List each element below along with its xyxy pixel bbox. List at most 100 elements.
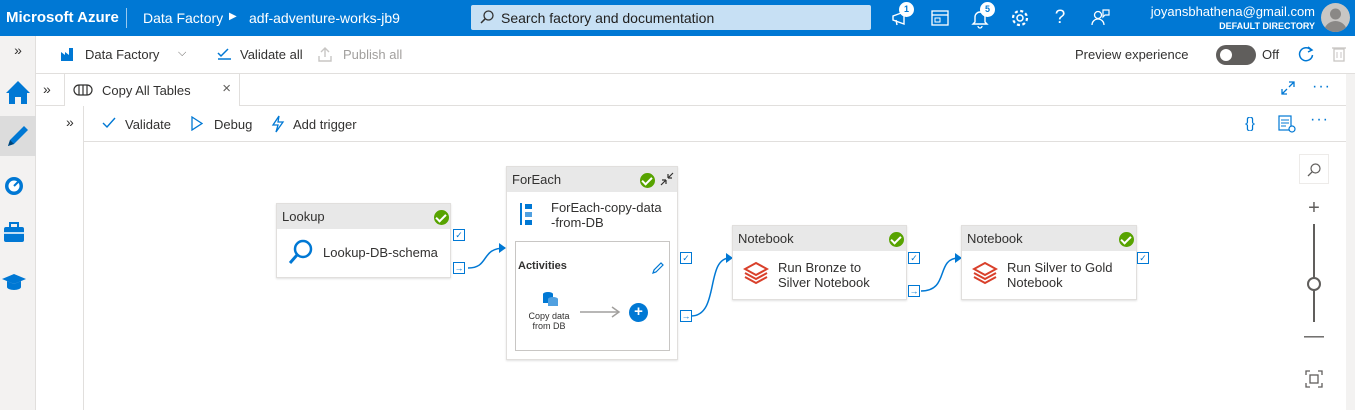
success-port[interactable]: ✓ — [453, 229, 465, 241]
vertical-scrollbar[interactable] — [1346, 74, 1355, 410]
debug-play-icon — [191, 115, 204, 134]
activity-name-line2: Silver Notebook — [778, 275, 870, 290]
inner-activity-label: Copy data from DB — [528, 311, 570, 331]
portal-switch-icon[interactable] — [929, 7, 951, 29]
author-pencil-icon[interactable] — [0, 116, 36, 156]
close-icon[interactable]: × — [222, 80, 231, 97]
left-nav-rail: » — [0, 36, 36, 410]
activity-foreach[interactable]: ForEach ForEach-copy-data -from-DB Activ… — [506, 166, 678, 360]
activity-name-line1: Run Silver to Gold — [1007, 260, 1113, 275]
chevron-down-icon[interactable]: ⌵ — [178, 47, 186, 60]
zoom-search-icon[interactable] — [1299, 154, 1329, 184]
preview-experience-label: Preview experience — [1075, 47, 1189, 62]
inner-activities-box[interactable]: Activities Copy data from DB + — [515, 241, 670, 351]
breadcrumb-factory[interactable]: adf-adventure-works-jb9 — [249, 10, 400, 26]
foreach-icon — [517, 201, 539, 230]
success-check-icon — [434, 210, 449, 225]
tab-label: Copy All Tables — [102, 83, 191, 98]
avatar[interactable] — [1321, 3, 1350, 32]
collapse-icon[interactable] — [659, 171, 675, 190]
validate-all-icon — [216, 47, 232, 64]
maximize-icon[interactable] — [1281, 81, 1295, 98]
activity-notebook-silver[interactable]: Notebook Run Silver to Gold Notebook — [961, 225, 1137, 300]
activity-name: ForEach-copy-data -from-DB — [551, 200, 662, 230]
zoom-in-button[interactable]: + — [1299, 194, 1329, 224]
activity-type: Lookup — [282, 209, 325, 224]
pipeline-toolbar: Validate Debug Add trigger {} ··· — [84, 106, 1355, 142]
activities-label: Activities — [518, 260, 567, 272]
activity-name-line1: ForEach-copy-data — [551, 200, 662, 215]
tab-copy-all-tables[interactable]: Copy All Tables × — [64, 74, 240, 106]
search-placeholder: Search factory and documentation — [501, 10, 715, 26]
validate-all-button[interactable]: Validate all — [240, 47, 303, 62]
expand-nav-icon[interactable]: » — [0, 36, 36, 66]
validate-icon — [102, 116, 116, 133]
zoom-slider-track[interactable] — [1313, 224, 1315, 322]
databricks-icon — [742, 260, 770, 289]
debug-button[interactable]: Debug — [214, 117, 252, 132]
properties-icon[interactable] — [1278, 115, 1296, 136]
activities-pane-collapsed: » — [36, 106, 84, 410]
lookup-search-icon — [287, 238, 315, 269]
refresh-icon[interactable] — [1297, 45, 1315, 66]
activity-notebook-bronze[interactable]: Notebook Run Bronze to Silver Notebook — [732, 225, 907, 300]
copy-data-icon — [541, 290, 559, 311]
gear-icon[interactable] — [1009, 7, 1031, 29]
activity-name: Lookup-DB-schema — [323, 245, 438, 260]
manage-toolbox-icon[interactable] — [0, 214, 36, 254]
add-trigger-button[interactable]: Add trigger — [293, 117, 357, 132]
user-account[interactable]: joyansbhathena@gmail.com DEFAULT DIRECTO… — [1151, 4, 1315, 31]
validate-button[interactable]: Validate — [125, 117, 171, 132]
edit-pencil-icon[interactable] — [652, 261, 665, 277]
user-email: joyansbhathena@gmail.com — [1150, 4, 1315, 19]
brand-title[interactable]: Microsoft Azure — [6, 9, 119, 26]
zoom-controls: + — — [1299, 142, 1329, 410]
success-check-icon — [889, 232, 904, 247]
activity-type: ForEach — [512, 172, 562, 187]
expand-resources-icon[interactable]: » — [43, 81, 51, 97]
activity-type: Notebook — [967, 231, 1023, 246]
publish-icon — [318, 46, 332, 65]
completion-port[interactable]: → — [908, 285, 920, 297]
success-port[interactable]: ✓ — [1137, 252, 1149, 264]
completion-port[interactable]: → — [453, 262, 465, 274]
activity-header: Lookup — [277, 204, 450, 229]
tab-strip: » Copy All Tables × ··· — [36, 74, 1355, 106]
monitor-icon[interactable] — [0, 166, 36, 206]
learning-center-icon[interactable] — [0, 262, 36, 302]
completion-port[interactable]: → — [680, 310, 692, 322]
more-options-icon[interactable]: ··· — [1312, 78, 1331, 96]
expand-activities-icon[interactable]: » — [66, 114, 74, 130]
discard-icon[interactable] — [1332, 45, 1346, 66]
activity-name-line2: Notebook — [1007, 275, 1063, 290]
feedback-person-icon[interactable] — [1089, 7, 1111, 29]
activity-header: Notebook — [962, 226, 1136, 251]
activity-name: Run Silver to Gold Notebook — [1007, 260, 1113, 290]
fit-to-screen-icon[interactable] — [1299, 364, 1329, 394]
help-icon[interactable]: ? — [1049, 7, 1071, 29]
activity-name-line2: -from-DB — [551, 215, 604, 230]
activity-header: Notebook — [733, 226, 906, 251]
search-icon — [479, 9, 495, 28]
pipeline-canvas[interactable]: Lookup Lookup-DB-schema ✓ → ForEach ForE… — [85, 142, 1325, 410]
arrow-right-icon — [580, 306, 621, 318]
inner-label-line1: Copy data — [528, 311, 570, 321]
connectors — [467, 243, 962, 317]
publish-all-button[interactable]: Publish all — [343, 47, 402, 62]
success-port[interactable]: ✓ — [680, 252, 692, 264]
activity-name: Run Bronze to Silver Notebook — [778, 260, 870, 290]
data-factory-menu[interactable]: Data Factory — [85, 47, 159, 62]
notification-badge: 5 — [980, 2, 995, 17]
more-options-icon[interactable]: ··· — [1310, 111, 1329, 129]
preview-toggle[interactable] — [1216, 45, 1256, 65]
zoom-out-button[interactable]: — — [1299, 323, 1329, 353]
activity-lookup[interactable]: Lookup Lookup-DB-schema — [276, 203, 451, 278]
breadcrumb-service[interactable]: Data Factory — [143, 10, 223, 26]
success-port[interactable]: ✓ — [908, 252, 920, 264]
search-input[interactable]: Search factory and documentation — [471, 5, 871, 30]
home-icon[interactable] — [0, 72, 36, 112]
code-icon[interactable]: {} — [1245, 115, 1255, 132]
add-activity-icon[interactable]: + — [629, 303, 648, 322]
activity-name-line1: Run Bronze to — [778, 260, 862, 275]
zoom-slider-thumb[interactable] — [1307, 277, 1321, 291]
